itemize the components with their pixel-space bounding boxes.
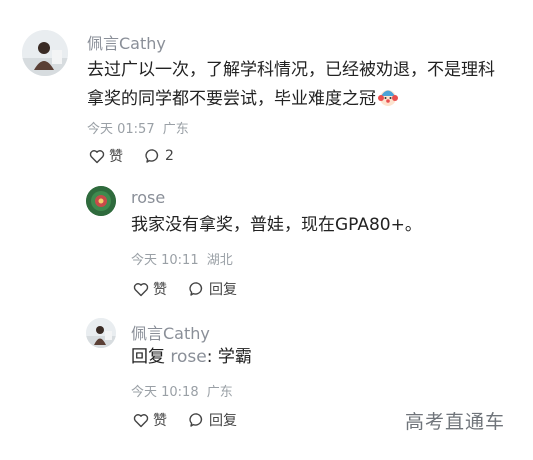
like-label: 赞 [153,413,167,429]
reply-body: : 学霸 [206,347,252,367]
comment-bubble-icon [145,148,161,164]
reply-text: 我家没有拿奖，普娃，现在GPA80+。 [131,215,422,235]
reply-meta: 今天 10:18 广东 [131,381,233,400]
reply-time: 今天 10:18 [131,385,199,400]
comment-author[interactable]: 佩言Cathy [87,30,166,54]
comment-bubble-icon [189,412,205,428]
avatar[interactable] [86,318,116,348]
comment-text-line: 拿奖的同学都不要尝试，毕业难度之冠 [87,85,517,117]
reply-text: 回复 rose: 学霸 [131,343,252,372]
comment-actions: 赞 2 [89,146,174,166]
comment-text-line: 去过广以一次，了解学科情况，已经被劝退，不是理科 [87,60,495,80]
comment-count: 2 [165,148,174,164]
like-button[interactable]: 赞 [133,410,167,430]
reply-button[interactable]: 回复 [189,279,237,299]
reply-time: 今天 10:11 [131,253,199,268]
like-button[interactable]: 赞 [133,279,167,299]
like-label: 赞 [153,282,167,298]
reply-author[interactable]: 佩言Cathy [131,320,210,344]
comment-location: 广东 [162,122,189,137]
like-label: 赞 [109,149,123,165]
heart-icon [133,282,149,297]
reply-label: 回复 [209,282,237,298]
reply-button[interactable]: 回复 [189,410,237,430]
reply-author[interactable]: rose [131,188,165,207]
comment-button[interactable]: 2 [145,148,174,164]
reply-to-user[interactable]: rose [170,347,206,367]
comment-text-segment: 拿奖的同学都不要尝试，毕业难度之冠 [87,89,376,109]
avatar[interactable] [22,30,68,76]
reply-actions: 赞 回复 [133,279,237,299]
reply-location: 广东 [206,385,233,400]
heart-icon [133,413,149,428]
watermark: 高考直通车 [404,411,505,433]
avatar[interactable] [86,186,116,216]
reply-label: 回复 [209,413,237,429]
comment-bubble-icon [189,281,205,297]
reply-location: 湖北 [206,253,233,268]
clown-face-icon [378,87,398,117]
heart-icon [89,149,105,164]
reply-prefix: 回复 [131,347,165,367]
comment-meta: 今天 01:57 广东 [87,118,189,137]
reply-meta: 今天 10:11 湖北 [131,249,233,268]
comment-time: 今天 01:57 [87,122,155,137]
comment-text: 去过广以一次，了解学科情况，已经被劝退，不是理科 拿奖的同学都不要尝试，毕业难度… [87,56,517,117]
reply-actions: 赞 回复 [133,410,237,430]
like-button[interactable]: 赞 [89,146,123,166]
